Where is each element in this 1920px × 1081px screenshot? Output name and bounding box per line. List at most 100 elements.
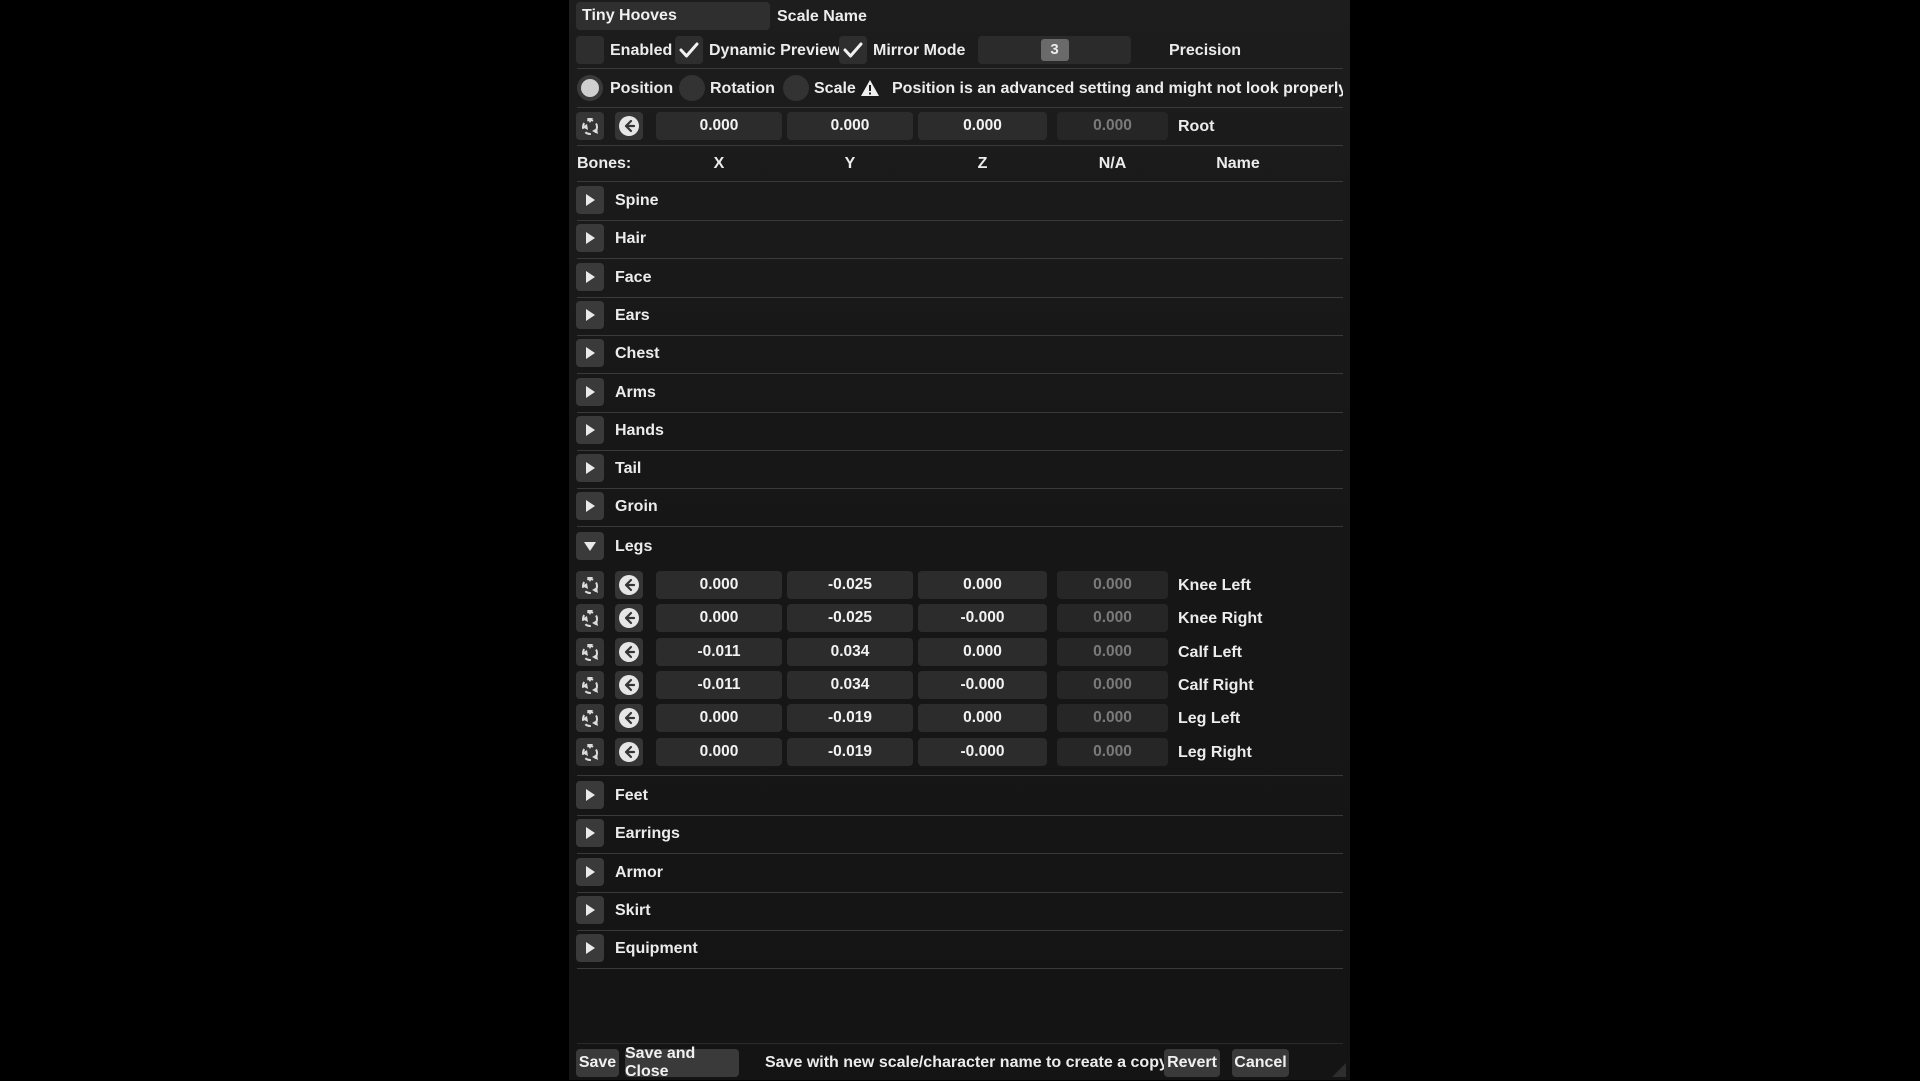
mirror-mode-checkbox[interactable] — [839, 36, 867, 64]
group-chest-toggle[interactable] — [576, 339, 604, 368]
bone-calf-right-na-input: 0.000 — [1057, 671, 1168, 699]
group-legs-label: Legs — [615, 538, 653, 555]
group-equipment-toggle[interactable] — [576, 934, 604, 963]
x-column-header: X — [713, 155, 725, 172]
bone-leg-left-y-input[interactable]: -0.019 — [787, 704, 913, 732]
rotation-label: Rotation — [710, 80, 775, 97]
bone-calf-left-reset-button[interactable] — [576, 638, 604, 666]
group-hands-toggle[interactable] — [576, 415, 604, 444]
divider — [577, 68, 1343, 69]
group-hair-toggle[interactable] — [576, 224, 604, 253]
bone-leg-left-z-input[interactable]: 0.000 — [918, 704, 1047, 732]
play-triangle-icon — [586, 942, 595, 955]
group-ears-toggle[interactable] — [576, 300, 604, 329]
enabled-checkbox[interactable] — [576, 36, 604, 64]
bone-calf-right-y-input[interactable]: 0.034 — [787, 671, 913, 699]
arrow-left-circle-icon — [619, 642, 639, 662]
bone-knee-right-x-input[interactable]: 0.000 — [656, 604, 782, 632]
group-armor-label: Armor — [615, 863, 664, 881]
enabled-label: Enabled — [610, 42, 673, 59]
bone-leg-left-x-input[interactable]: 0.000 — [656, 704, 782, 732]
save-button[interactable]: Save — [576, 1049, 619, 1077]
group-earrings-label: Earrings — [615, 825, 680, 843]
bone-leg-right-z-input[interactable]: -0.000 — [918, 738, 1047, 766]
bone-calf-left-z-input[interactable]: 0.000 — [918, 638, 1047, 666]
recycle-icon — [582, 577, 598, 594]
bone-knee-right-z-input[interactable]: -0.000 — [918, 604, 1047, 632]
recycle-icon — [582, 610, 598, 627]
arrow-left-circle-icon — [619, 675, 639, 695]
bone-knee-left-reset-button[interactable] — [576, 571, 604, 599]
root-name-label: Root — [1178, 118, 1215, 135]
reset-root-button[interactable] — [576, 112, 604, 140]
group-legs-toggle[interactable] — [576, 532, 604, 560]
bone-leg-left-reset-button[interactable] — [576, 704, 604, 732]
recycle-icon — [582, 710, 598, 727]
na-column-header: N/A — [1098, 155, 1127, 172]
revert-root-button[interactable] — [615, 112, 643, 140]
group-spine-toggle[interactable] — [576, 186, 604, 214]
divider — [577, 411, 1343, 413]
y-column-header: Y — [844, 155, 856, 172]
bone-knee-right-y-input[interactable]: -0.025 — [787, 604, 913, 632]
bone-knee-right-reset-button[interactable] — [576, 604, 604, 632]
bone-calf-right-revert-button[interactable] — [615, 671, 643, 699]
bone-knee-left-z-input[interactable]: 0.000 — [918, 571, 1047, 599]
precision-slider[interactable]: 3 — [978, 36, 1131, 64]
bone-calf-left-revert-button[interactable] — [615, 638, 643, 666]
root-y-input[interactable]: 0.000 — [787, 112, 913, 140]
recycle-icon — [582, 744, 598, 761]
divider — [577, 815, 1343, 816]
bone-calf-right-z-input[interactable]: -0.000 — [918, 671, 1047, 699]
divider — [577, 853, 1343, 855]
divider — [577, 449, 1343, 451]
group-skirt-toggle[interactable] — [576, 895, 604, 924]
group-face-toggle[interactable] — [576, 262, 604, 291]
play-triangle-icon — [586, 270, 595, 283]
bone-leg-right-y-input[interactable]: -0.019 — [787, 738, 913, 766]
dynamic-preview-checkbox[interactable] — [675, 36, 703, 64]
divider — [577, 296, 1343, 298]
cancel-button[interactable]: Cancel — [1232, 1049, 1289, 1077]
bone-knee-left-na-input: 0.000 — [1057, 571, 1168, 599]
group-tail-toggle[interactable] — [576, 454, 604, 483]
rotation-radio[interactable] — [679, 75, 705, 101]
triangle-down-icon — [584, 542, 596, 551]
resize-grip-icon[interactable] — [1331, 1062, 1347, 1078]
group-armor-toggle[interactable] — [576, 857, 604, 886]
bone-leg-right-revert-button[interactable] — [615, 738, 643, 766]
group-feet-toggle[interactable] — [576, 781, 604, 809]
root-x-input[interactable]: 0.000 — [656, 112, 782, 140]
divider — [577, 107, 1343, 108]
group-earrings-toggle[interactable] — [576, 819, 604, 848]
bone-calf-right-x-input[interactable]: -0.011 — [656, 671, 782, 699]
scale-radio[interactable] — [783, 75, 809, 101]
divider — [577, 968, 1343, 970]
bone-knee-left-x-input[interactable]: 0.000 — [656, 571, 782, 599]
divider — [577, 373, 1343, 375]
bone-calf-right-reset-button[interactable] — [576, 671, 604, 699]
bone-calf-left-y-input[interactable]: 0.034 — [787, 638, 913, 666]
precision-label: Precision — [1169, 42, 1242, 59]
bone-leg-right-x-input[interactable]: 0.000 — [656, 738, 782, 766]
divider — [577, 258, 1343, 260]
save-and-close-button[interactable]: Save and Close — [625, 1045, 739, 1080]
group-arms-toggle[interactable] — [576, 377, 604, 406]
bone-calf-left-na-input: 0.000 — [1057, 638, 1168, 666]
position-warning-text: Position is an advanced setting and migh… — [892, 80, 1343, 97]
revert-button[interactable]: Revert — [1164, 1049, 1220, 1077]
bone-knee-right-na-input: 0.000 — [1057, 604, 1168, 632]
recycle-icon — [582, 118, 598, 135]
scale-name-input[interactable]: Tiny Hooves — [576, 2, 770, 30]
group-groin-toggle[interactable] — [576, 492, 604, 521]
play-triangle-icon — [586, 308, 595, 321]
root-z-input[interactable]: 0.000 — [918, 112, 1047, 140]
bone-knee-left-y-input[interactable]: -0.025 — [787, 571, 913, 599]
bone-knee-right-revert-button[interactable] — [615, 604, 643, 632]
position-radio[interactable] — [577, 75, 603, 101]
divider — [577, 220, 1343, 221]
bone-calf-left-x-input[interactable]: -0.011 — [656, 638, 782, 666]
bone-leg-left-revert-button[interactable] — [615, 704, 643, 732]
bone-leg-right-reset-button[interactable] — [576, 738, 604, 766]
bone-knee-left-revert-button[interactable] — [615, 571, 643, 599]
